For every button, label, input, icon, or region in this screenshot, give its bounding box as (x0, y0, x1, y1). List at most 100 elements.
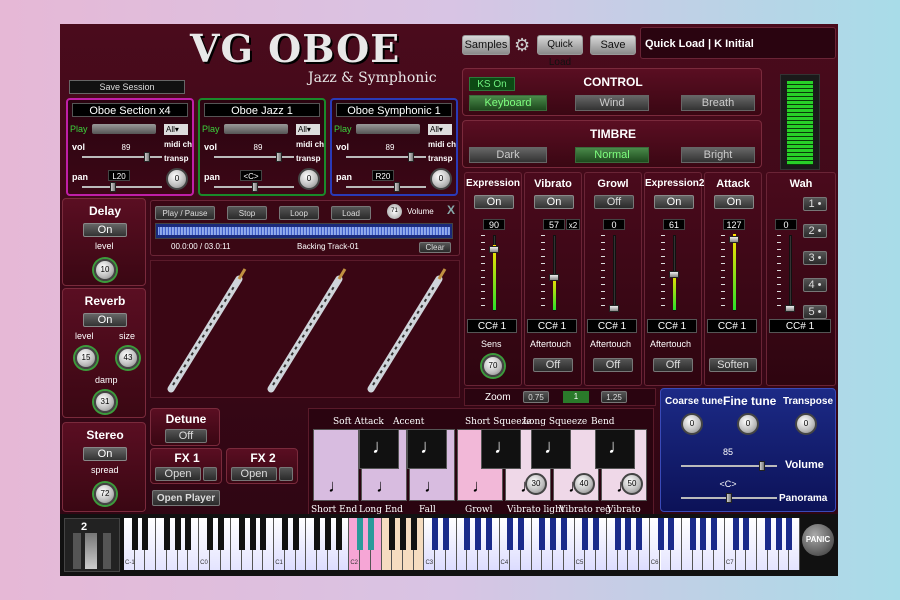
cc-box[interactable]: CC# 1 (647, 319, 697, 333)
fx2-open-button[interactable]: Open (231, 467, 277, 481)
black-key[interactable] (442, 518, 449, 550)
delay-level-knob[interactable]: 10 (94, 259, 116, 281)
black-key[interactable] (636, 518, 643, 550)
wind-button[interactable]: Wind (575, 95, 649, 111)
black-key[interactable] (711, 518, 718, 550)
black-key[interactable] (507, 518, 514, 550)
zoom-075-button[interactable]: 0.75 (523, 391, 549, 403)
normal-button[interactable]: Normal (575, 147, 649, 163)
black-key[interactable] (314, 518, 321, 550)
black-key[interactable] (217, 518, 224, 550)
black-key[interactable] (206, 518, 213, 550)
transpose-knob[interactable]: 0 (795, 413, 817, 435)
strip-fader-thumb[interactable] (785, 305, 795, 312)
aftertouch-off-button[interactable]: Off (533, 358, 573, 372)
pitch-wheel[interactable] (73, 533, 81, 569)
strip-fader[interactable] (729, 234, 739, 311)
detune-off-button[interactable]: Off (165, 429, 207, 443)
wah-button-5[interactable]: 5 • (803, 305, 827, 319)
vibrato-knob[interactable]: 40 (573, 473, 595, 495)
open-player-button[interactable]: Open Player (152, 490, 220, 506)
black-key[interactable] (764, 518, 771, 550)
reverb-damp-knob[interactable]: 31 (94, 391, 116, 413)
black-key[interactable] (743, 518, 750, 550)
pan-thumb[interactable] (110, 182, 116, 192)
pan-slider[interactable] (82, 182, 162, 192)
strip-on-button[interactable]: On (654, 195, 694, 209)
stereo-on-button[interactable]: On (83, 447, 127, 461)
black-key[interactable] (260, 518, 267, 550)
cc-box[interactable]: CC# 1 (587, 319, 637, 333)
strip-on-button[interactable]: On (534, 195, 574, 209)
black-key[interactable] (625, 518, 632, 550)
fine-tune-knob[interactable]: 0 (737, 413, 759, 435)
black-key[interactable] (131, 518, 138, 550)
fx1-menu-button[interactable] (203, 467, 217, 481)
vol-thumb[interactable] (276, 152, 282, 162)
strip-fader-thumb[interactable] (609, 305, 619, 312)
black-key[interactable] (432, 518, 439, 550)
strip-fader-thumb[interactable] (669, 271, 679, 278)
delay-on-button[interactable]: On (83, 223, 127, 237)
transpose-knob[interactable]: 0 (298, 168, 320, 190)
midi-channel-select[interactable]: All▾ (164, 124, 188, 135)
section-name[interactable]: Oboe Jazz 1 (204, 103, 320, 117)
black-key[interactable] (464, 518, 471, 550)
midi-channel-select[interactable]: All▾ (428, 124, 452, 135)
bright-button[interactable]: Bright (681, 147, 755, 163)
black-key[interactable] (614, 518, 621, 550)
zoom-1-button[interactable]: 1 (563, 391, 589, 403)
keyboard-button[interactable]: Keyboard (469, 95, 547, 111)
octave-slider[interactable] (103, 533, 111, 569)
black-key[interactable] (389, 518, 396, 550)
stereo-spread-knob[interactable]: 72 (94, 483, 116, 505)
black-key[interactable] (174, 518, 181, 550)
strip-on-button[interactable]: On (714, 195, 754, 209)
panic-button[interactable]: PANIC (802, 524, 834, 556)
cc-box[interactable]: CC# 1 (707, 319, 757, 333)
black-key[interactable] (560, 518, 567, 550)
fx1-open-button[interactable]: Open (155, 467, 201, 481)
clear-button[interactable]: Clear (419, 242, 451, 253)
strip-fader[interactable] (489, 235, 499, 311)
artic-black-key[interactable]: ♩ (595, 429, 635, 469)
cc-box[interactable]: CC# 1 (467, 319, 517, 333)
piano-keyboard[interactable]: C-1 C0 C1 C2 C3 C4 C5 C6 C7 (124, 518, 800, 570)
artic-black-key[interactable]: ♩ (531, 429, 571, 469)
strip-fader-thumb[interactable] (729, 236, 739, 243)
vol-slider[interactable] (214, 152, 294, 162)
artic-black-key[interactable]: ♩ (481, 429, 521, 469)
volume-thumb[interactable] (759, 461, 765, 471)
black-key[interactable] (281, 518, 288, 550)
quick-load-button[interactable]: Quick Load (537, 35, 583, 68)
mod-wheel[interactable] (85, 533, 97, 569)
black-key[interactable] (668, 518, 675, 550)
black-key[interactable] (367, 518, 374, 550)
black-key[interactable] (582, 518, 589, 550)
panorama-slider[interactable] (681, 493, 777, 503)
player-close-icon[interactable]: X (447, 203, 455, 217)
reverb-size-knob[interactable]: 43 (117, 347, 139, 369)
cc-box[interactable]: CC# 1 (527, 319, 577, 333)
strip-on-button[interactable]: Off (594, 195, 634, 209)
vol-slider[interactable] (82, 152, 162, 162)
wah-button-4[interactable]: 4 • (803, 278, 827, 292)
samples-button[interactable]: Samples (462, 35, 510, 55)
fx2-menu-button[interactable] (279, 467, 293, 481)
vol-thumb[interactable] (408, 152, 414, 162)
black-key[interactable] (518, 518, 525, 550)
soften-button[interactable]: Soften (709, 358, 757, 372)
pan-thumb[interactable] (394, 182, 400, 192)
breath-button[interactable]: Breath (681, 95, 755, 111)
x2-button[interactable]: x2 (566, 219, 580, 230)
volume-slider[interactable] (681, 461, 777, 471)
artic-key[interactable]: ♩ (313, 429, 359, 501)
black-key[interactable] (786, 518, 793, 550)
black-key[interactable] (410, 518, 417, 550)
black-key[interactable] (485, 518, 492, 550)
coarse-tune-knob[interactable]: 0 (681, 413, 703, 435)
transpose-knob[interactable]: 0 (166, 168, 188, 190)
strip-fader[interactable] (549, 235, 559, 311)
cc-box[interactable]: CC# 1 (769, 319, 831, 333)
save-session-button[interactable]: Save Session (69, 80, 185, 94)
